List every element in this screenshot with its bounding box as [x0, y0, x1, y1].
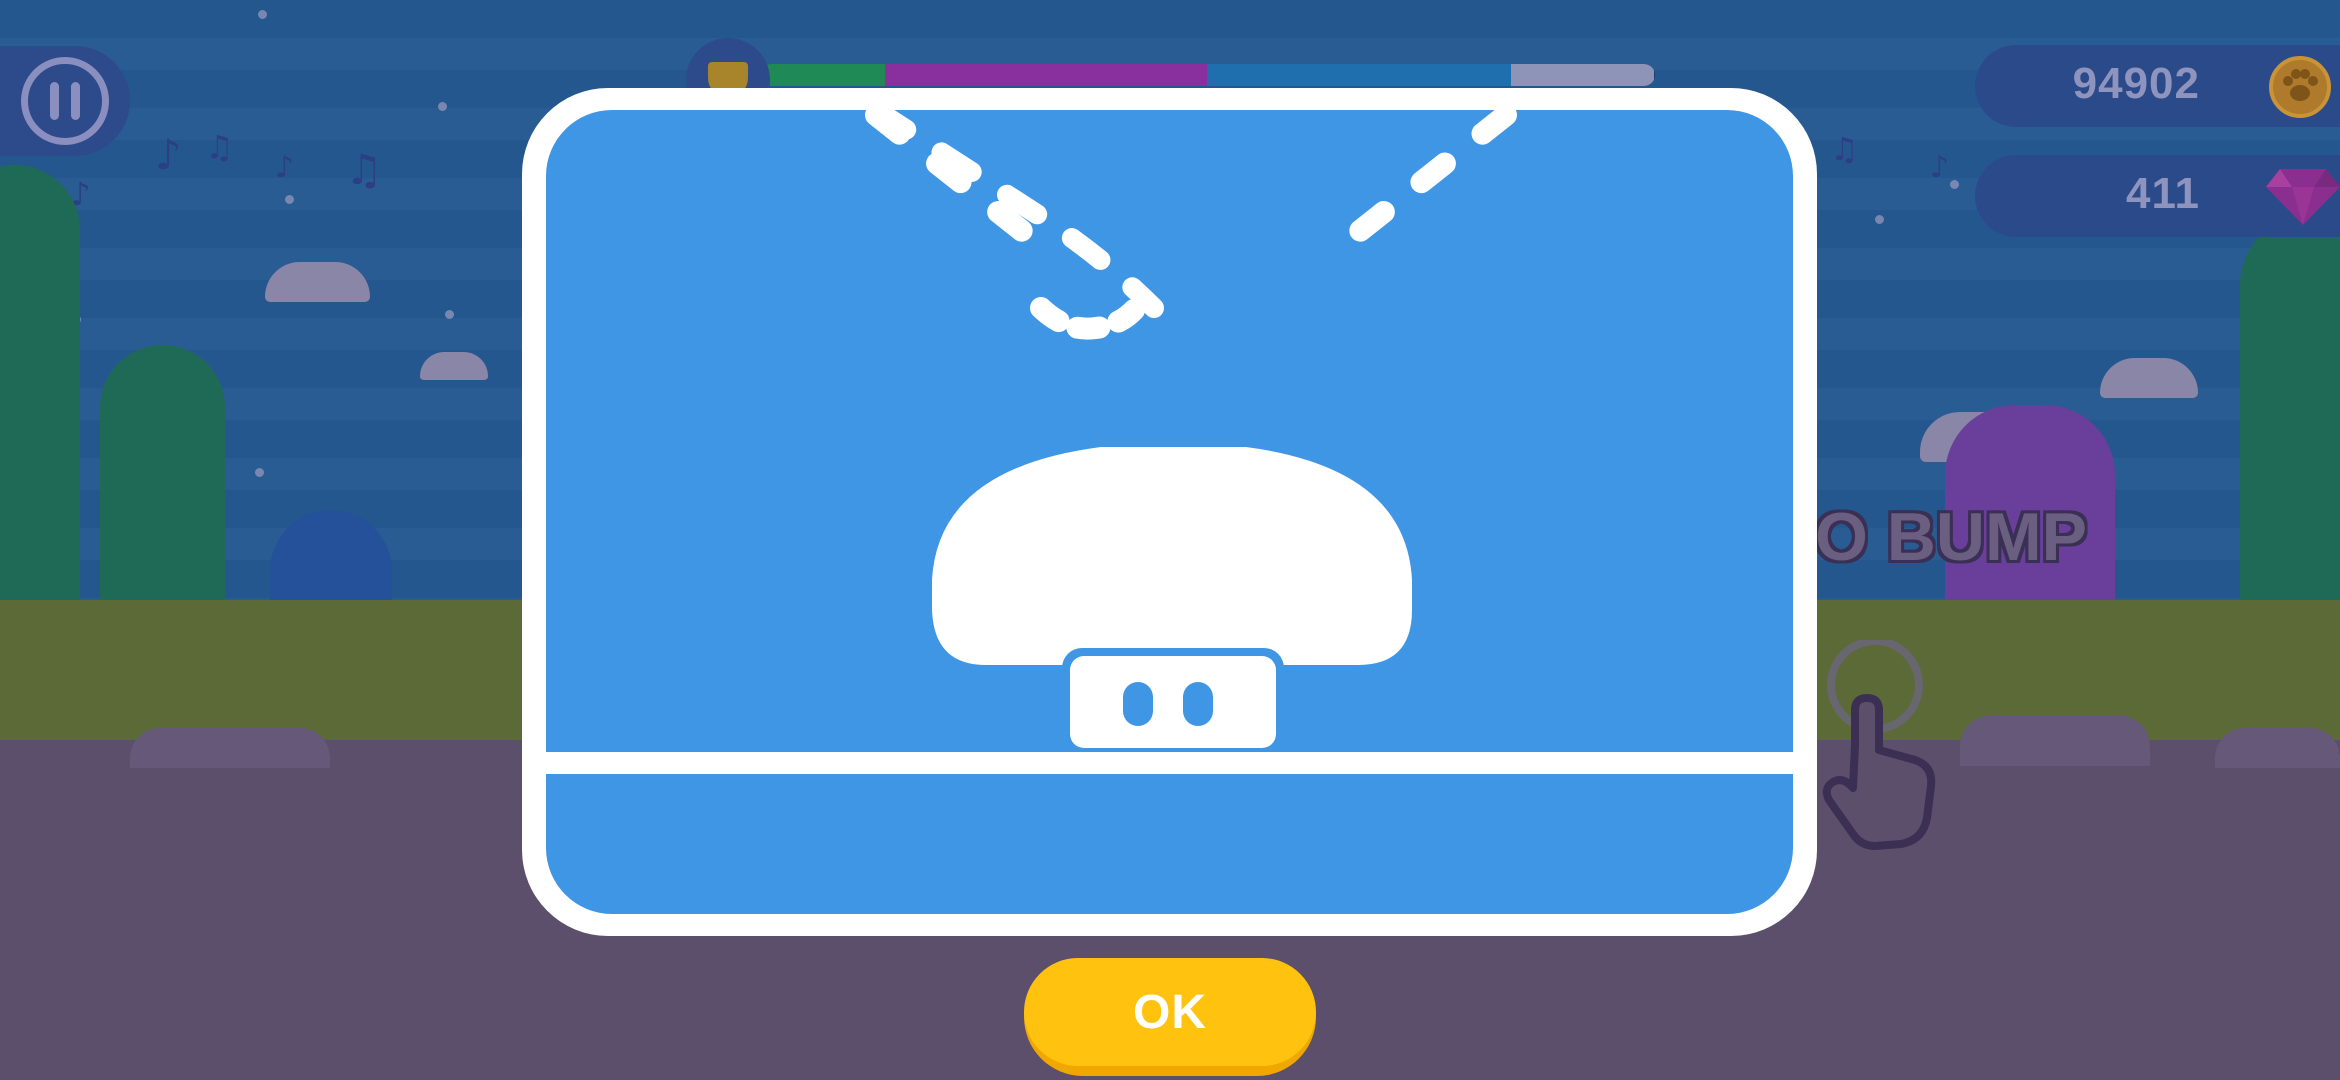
star-dot — [258, 10, 267, 19]
music-note-icon: ♫ — [205, 128, 234, 166]
paw-coin-icon — [2269, 56, 2331, 118]
star-dot — [445, 310, 454, 319]
ok-button-face: OK — [1024, 958, 1316, 1066]
mushroom-bump-icon — [865, 110, 1517, 748]
music-note-icon: ♫ — [1830, 130, 1859, 168]
coin-counter: 94902 — [1975, 45, 2340, 127]
progress-segment — [760, 64, 885, 86]
music-note-icon: ♪ — [275, 150, 295, 185]
cloud — [2100, 358, 2198, 398]
star-dot — [285, 195, 294, 204]
pause-bar — [71, 82, 80, 120]
tap-hand-icon — [1822, 640, 1936, 850]
green-pillar — [0, 165, 80, 620]
gem-counter: 411 — [1975, 155, 2340, 237]
music-note-icon: ♪ — [1930, 150, 1950, 185]
tutorial-dialog — [522, 88, 1817, 936]
pause-bar — [50, 82, 59, 120]
level-progress-bar — [760, 64, 1655, 86]
ground-bump — [2215, 728, 2340, 768]
progress-segment — [1207, 64, 1511, 86]
pause-icon — [21, 57, 109, 145]
coin-count: 94902 — [2072, 59, 2200, 108]
tutorial-panel — [546, 110, 1793, 914]
music-note-icon: ♪ — [155, 130, 182, 179]
star-dot — [255, 468, 264, 477]
green-pillar — [100, 345, 225, 620]
progress-segment — [885, 64, 1207, 86]
pause-button[interactable] — [0, 46, 130, 156]
dialog-caption — [546, 774, 1793, 914]
game-screen: ♪ ♫ ♪ ♫ ♪ ♫ ♪ ♫ O BUMP 94902 — [0, 0, 2340, 1080]
ground-bump — [1960, 716, 2150, 766]
progress-segment — [1511, 64, 1654, 86]
ground-bump — [130, 728, 330, 768]
star-dot — [1875, 215, 1884, 224]
music-note-icon: ♫ — [345, 145, 383, 194]
star-dot — [1950, 180, 1959, 189]
star-dot — [438, 102, 447, 111]
gem-icon — [2266, 169, 2340, 225]
instruction-text: O BUMP — [1815, 499, 2087, 575]
ok-label: OK — [1133, 985, 1207, 1039]
cloud — [265, 262, 370, 302]
dialog-divider — [546, 752, 1793, 774]
green-pillar — [2240, 215, 2340, 620]
gem-count: 411 — [2126, 169, 2200, 218]
ok-button[interactable]: OK — [1024, 958, 1316, 1076]
cloud — [420, 352, 488, 380]
